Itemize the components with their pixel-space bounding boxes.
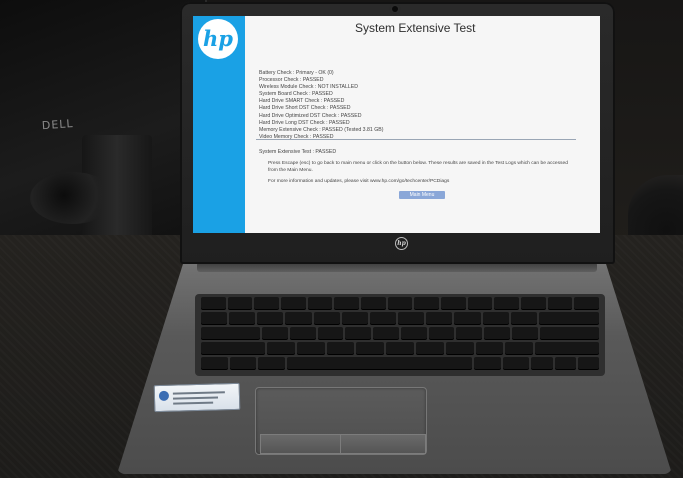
keyboard-key[interactable] [505, 342, 534, 354]
keyboard-key[interactable] [229, 312, 256, 324]
keyboard-key[interactable] [386, 342, 414, 354]
keyboard-key[interactable] [317, 327, 344, 339]
keyboard-key[interactable] [373, 327, 399, 339]
bezel-hp-logo-icon: hp [395, 237, 408, 250]
sticker-line [172, 396, 219, 400]
photo-scene: DELL hp System Extensive Test Battery Ch… [0, 0, 683, 478]
keyboard-key[interactable] [577, 357, 599, 369]
power-plug-cluster [30, 172, 115, 224]
keyboard-key[interactable] [454, 312, 481, 324]
keyboard [195, 294, 605, 376]
keyboard-key[interactable] [475, 342, 504, 354]
keyboard-key[interactable] [201, 297, 226, 309]
keyboard-key[interactable] [467, 297, 493, 309]
keyboard-key[interactable] [281, 297, 306, 309]
list-item: System Board Check : PASSED [259, 91, 333, 98]
test-summary: System Extensive Test : PASSED [259, 149, 337, 155]
keyboard-key[interactable] [554, 357, 576, 369]
section-divider [256, 139, 576, 140]
laptop-screen: hp System Extensive Test Battery Check :… [193, 16, 600, 233]
list-item: Processor Check : PASSED [259, 77, 324, 84]
keyboard-key[interactable] [227, 297, 253, 309]
keyboard-key[interactable] [201, 327, 261, 339]
sticker-logo-icon [158, 390, 170, 401]
list-item: Hard Drive Long DST Check : PASSED [259, 119, 350, 126]
keyboard-key[interactable] [369, 312, 397, 324]
keyboard-key[interactable] [510, 312, 537, 324]
keyboard-key[interactable] [502, 357, 530, 369]
keyboard-key[interactable] [313, 312, 340, 324]
touchpad-right-button[interactable] [340, 434, 426, 454]
keyboard-key[interactable] [262, 327, 288, 339]
keyboard-key[interactable] [474, 357, 501, 369]
instructions-text: Press Escape (esc) to go back to main me… [268, 161, 568, 173]
keyboard-key[interactable] [426, 312, 453, 324]
monitor-brand-logo: DELL [41, 117, 75, 133]
list-item: Hard Drive Short DST Check : PASSED [259, 105, 351, 112]
keyboard-key[interactable] [482, 312, 509, 324]
main-menu-button[interactable]: Main Menu [399, 191, 445, 199]
keyboard-key[interactable] [445, 342, 474, 354]
keyboard-key[interactable] [258, 357, 285, 369]
test-results-list: Battery Check : Primary - OK (0) Process… [259, 70, 383, 141]
keyboard-key[interactable] [289, 327, 316, 339]
list-item: Wireless Module Check : NOT INSTALLED [259, 84, 358, 91]
list-item: Memory Extensive Check : PASSED (Tested … [259, 126, 384, 133]
keyboard-key[interactable] [286, 357, 473, 369]
webcam [392, 6, 398, 12]
list-item: Hard Drive Optimized DST Check : PASSED [259, 112, 362, 119]
list-item: Battery Check : Primary - OK (0) [259, 70, 334, 76]
keyboard-key[interactable] [307, 297, 333, 309]
keyboard-key[interactable] [387, 297, 413, 309]
keyboard-key[interactable] [535, 342, 600, 354]
keyboard-key[interactable] [257, 312, 284, 324]
keyboard-key[interactable] [441, 297, 466, 309]
keyboard-key[interactable] [494, 297, 520, 309]
keyboard-key[interactable] [334, 297, 360, 309]
keyboard-key[interactable] [521, 297, 546, 309]
keyboard-key[interactable] [484, 327, 510, 339]
keyboard-key[interactable] [400, 327, 427, 339]
keyboard-key[interactable] [201, 357, 228, 369]
keyboard-key[interactable] [415, 342, 444, 354]
keyboard-key[interactable] [456, 327, 483, 339]
sticker-line [172, 391, 225, 395]
keyboard-key[interactable] [326, 342, 355, 354]
list-item: Hard Drive SMART Check : PASSED [259, 98, 345, 105]
keyboard-key[interactable] [266, 342, 295, 354]
keyboard-key[interactable] [538, 312, 600, 324]
keyboard-key[interactable] [414, 297, 440, 309]
keyboard-key[interactable] [285, 312, 312, 324]
keyboard-key[interactable] [296, 342, 325, 354]
keyboard-key[interactable] [345, 327, 372, 339]
sticker-line [173, 401, 214, 405]
touchpad-left-button[interactable] [260, 434, 346, 454]
keyboard-key[interactable] [511, 327, 538, 339]
keyboard-key[interactable] [341, 312, 368, 324]
hp-logo-icon: hp [198, 19, 238, 59]
keyboard-key[interactable] [201, 342, 265, 354]
keyboard-key[interactable] [531, 357, 553, 369]
keyboard-key[interactable] [428, 327, 455, 339]
keyboard-key[interactable] [356, 342, 385, 354]
keyboard-key[interactable] [398, 312, 425, 324]
keyboard-key[interactable] [547, 297, 573, 309]
keyboard-key[interactable] [539, 327, 599, 339]
keyboard-key[interactable] [574, 297, 600, 309]
keyboard-key[interactable] [229, 357, 257, 369]
keyboard-key[interactable] [201, 312, 228, 324]
keyboard-key[interactable] [254, 297, 280, 309]
windows-sticker [153, 382, 241, 413]
page-title: System Extensive Test [355, 21, 476, 35]
keyboard-key[interactable] [361, 297, 386, 309]
more-info-text: For more information and updates, please… [268, 179, 450, 184]
